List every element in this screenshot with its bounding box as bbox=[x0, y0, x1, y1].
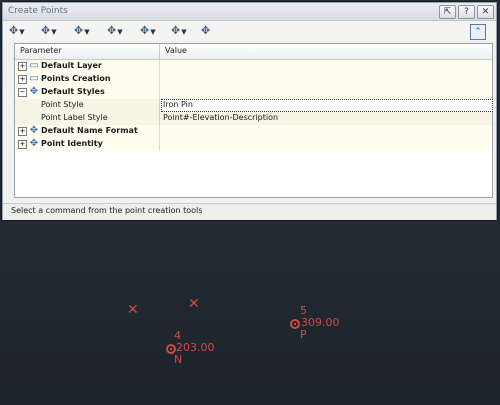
group-label: Point Identity bbox=[41, 139, 103, 148]
layer-icon: ▭ bbox=[29, 60, 39, 71]
column-divider[interactable] bbox=[159, 44, 160, 59]
group-label: Default Styles bbox=[41, 87, 105, 96]
group-row-points-creation[interactable]: + ▭ Points Creation bbox=[15, 73, 492, 86]
dialog-title: Create Points bbox=[8, 6, 68, 16]
grid-header: Parameter Value bbox=[15, 44, 492, 60]
property-row-point-label-style[interactable]: Point Label Style Point#-Elevation-Descr… bbox=[15, 112, 492, 125]
group-label: Default Layer bbox=[41, 61, 102, 70]
property-row-point-style[interactable]: Point Style Iron Pin bbox=[15, 99, 493, 112]
property-value[interactable]: Point#-Elevation-Description bbox=[163, 113, 278, 122]
dialog-titlebar[interactable]: Create Points ⇱ ? ✕ bbox=[3, 3, 496, 21]
convert-point-tool-icon[interactable]: ✥ bbox=[201, 23, 210, 39]
point-creation-toolbar: ✥▼ ✥▼ ✥▼ ✥▼ ✥▼ ✥▼ ✥ bbox=[3, 21, 496, 41]
points-creation-icon: ▭ bbox=[29, 73, 39, 84]
intersection-point-tool-icon[interactable]: ✥▼ bbox=[41, 23, 57, 39]
group-row-default-name-format[interactable]: + ✥ Default Name Format bbox=[15, 125, 492, 138]
status-text: Select a command from the point creation… bbox=[11, 206, 203, 215]
identity-icon: ✥ bbox=[29, 138, 39, 149]
collapse-icon[interactable]: − bbox=[18, 88, 27, 97]
slope-point-tool-icon[interactable]: ✥▼ bbox=[171, 23, 187, 39]
group-label: Default Name Format bbox=[41, 126, 138, 135]
group-row-default-layer[interactable]: + ▭ Default Layer bbox=[15, 60, 492, 73]
create-points-dialog: Create Points ⇱ ? ✕ ✥▼ ✥▼ ✥▼ ✥▼ ✥▼ ✥▼ ✥ … bbox=[2, 2, 497, 220]
property-label: Point Style bbox=[41, 100, 84, 109]
property-label: Point Label Style bbox=[41, 113, 108, 122]
surface-point-tool-icon[interactable]: ✥▼ bbox=[107, 23, 123, 39]
value-column-header[interactable]: Value bbox=[165, 46, 187, 55]
point-description-label[interactable]: P bbox=[300, 328, 307, 341]
point-marker[interactable] bbox=[290, 319, 300, 329]
autohide-icon[interactable]: ⇱ bbox=[439, 5, 456, 19]
property-value[interactable]: Iron Pin bbox=[163, 100, 193, 109]
parameter-grid: Parameter Value + ▭ Default Layer + ▭ Po… bbox=[14, 43, 493, 198]
expand-icon[interactable]: + bbox=[18, 62, 27, 71]
group-row-point-identity[interactable]: + ✥ Point Identity bbox=[15, 138, 492, 151]
x-marker[interactable]: ✕ bbox=[188, 297, 200, 311]
group-label: Points Creation bbox=[41, 74, 111, 83]
status-bar: Select a command from the point creation… bbox=[3, 203, 496, 220]
miscellaneous-point-tool-icon[interactable]: ✥▼ bbox=[9, 23, 25, 39]
group-row-default-styles[interactable]: − ✥ Default Styles bbox=[15, 86, 492, 99]
x-marker[interactable]: ✕ bbox=[127, 303, 139, 317]
help-icon[interactable]: ? bbox=[458, 5, 475, 19]
expand-icon[interactable]: + bbox=[18, 127, 27, 136]
close-icon[interactable]: ✕ bbox=[477, 5, 494, 19]
styles-icon: ✥ bbox=[29, 86, 39, 97]
name-format-icon: ✥ bbox=[29, 125, 39, 136]
point-style-value-field[interactable] bbox=[161, 99, 493, 112]
parameter-column-header[interactable]: Parameter bbox=[20, 46, 62, 55]
collapse-toggle-icon[interactable]: ⌃ bbox=[470, 24, 486, 40]
interpolate-point-tool-icon[interactable]: ✥▼ bbox=[140, 23, 156, 39]
alignment-point-tool-icon[interactable]: ✥▼ bbox=[74, 23, 90, 39]
point-description-label[interactable]: N bbox=[174, 353, 182, 366]
expand-icon[interactable]: + bbox=[18, 140, 27, 149]
expand-icon[interactable]: + bbox=[18, 75, 27, 84]
